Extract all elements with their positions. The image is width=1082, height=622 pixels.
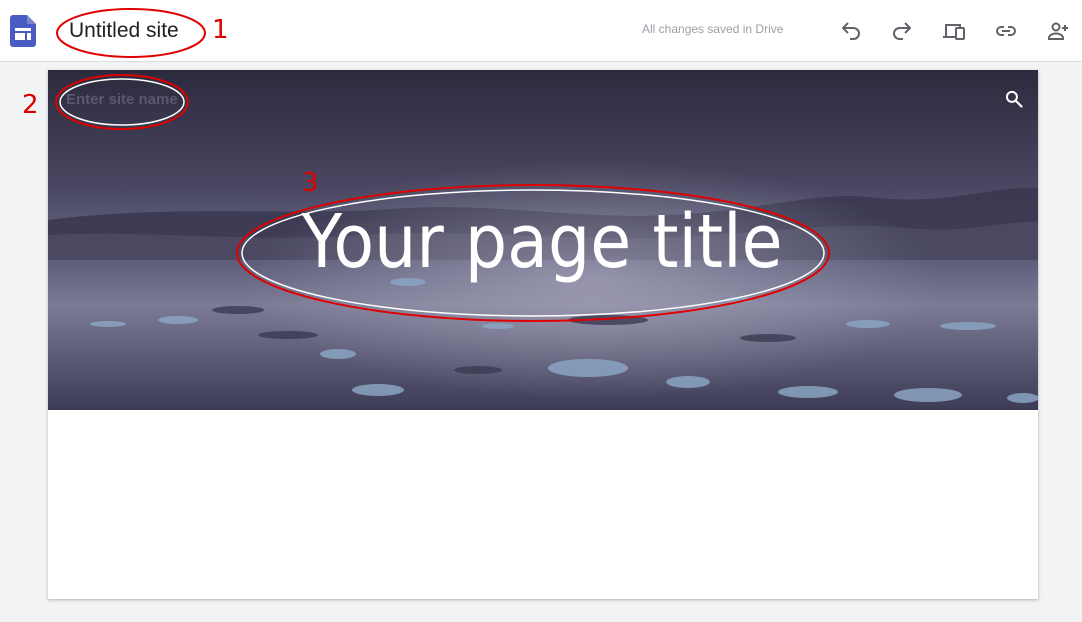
sites-logo-icon[interactable] — [10, 15, 36, 47]
share-button[interactable] — [1043, 16, 1073, 46]
search-button[interactable] — [1001, 86, 1027, 112]
search-icon — [1005, 90, 1023, 108]
undo-icon — [842, 22, 860, 40]
header-banner[interactable]: Enter site name Your page title — [48, 70, 1038, 410]
devices-icon — [943, 24, 965, 40]
top-bar: Untitled site All changes saved in Drive — [0, 0, 1082, 62]
redo-button[interactable] — [887, 16, 917, 46]
save-status: All changes saved in Drive — [642, 22, 784, 36]
undo-button[interactable] — [836, 16, 866, 46]
page-title[interactable]: Your page title — [97, 200, 988, 284]
link-icon — [996, 26, 1016, 36]
site-title-field[interactable]: Untitled site — [69, 18, 179, 44]
site-name-input[interactable]: Enter site name — [66, 91, 178, 109]
annotation-label-3: 3 — [302, 168, 319, 198]
annotation-label-2: 2 — [22, 90, 39, 120]
copy-link-button[interactable] — [991, 16, 1021, 46]
person-add-icon — [1048, 22, 1068, 40]
site-canvas: Enter site name Your page title — [48, 70, 1038, 599]
preview-button[interactable] — [939, 16, 969, 46]
annotation-label-1: 1 — [212, 15, 229, 45]
redo-icon — [893, 22, 911, 40]
